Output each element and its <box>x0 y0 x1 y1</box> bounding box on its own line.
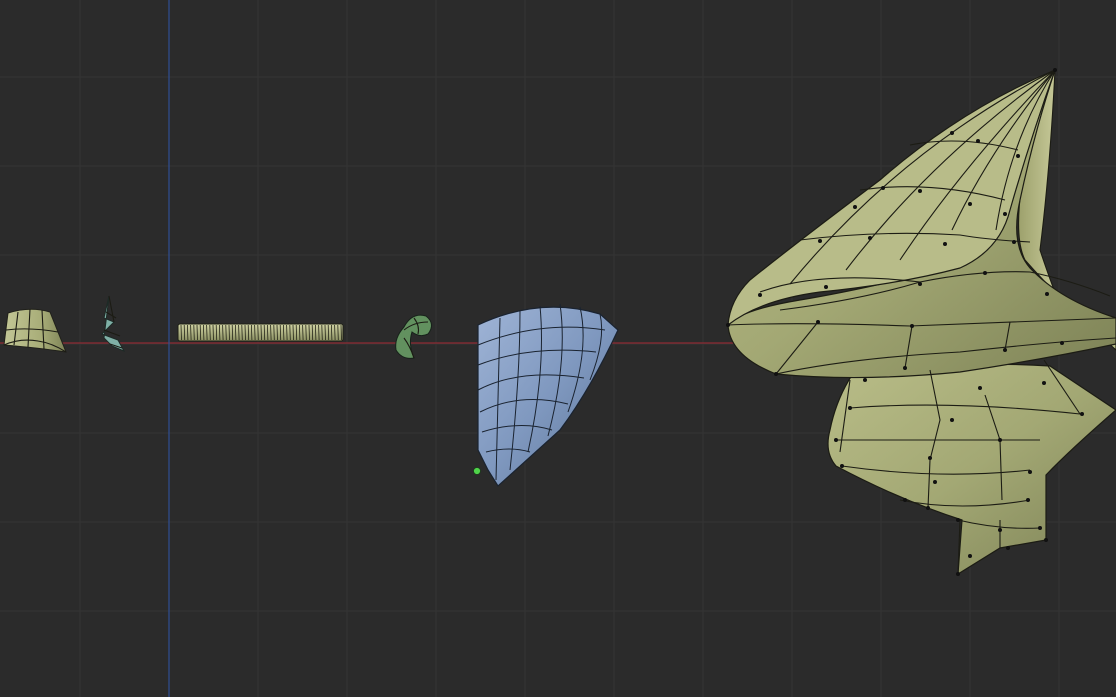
viewport-canvas[interactable] <box>0 0 1116 697</box>
object-small-twisted-leaf[interactable] <box>395 314 432 359</box>
3d-viewport[interactable] <box>0 0 1116 697</box>
object-large-spiral-cone[interactable] <box>726 68 1116 576</box>
origin-marker[interactable] <box>473 467 481 475</box>
object-small-bell-shape[interactable] <box>3 308 67 353</box>
object-blue-curved-sheet[interactable] <box>477 303 619 487</box>
object-flat-ridged-cylinder[interactable] <box>177 323 344 342</box>
